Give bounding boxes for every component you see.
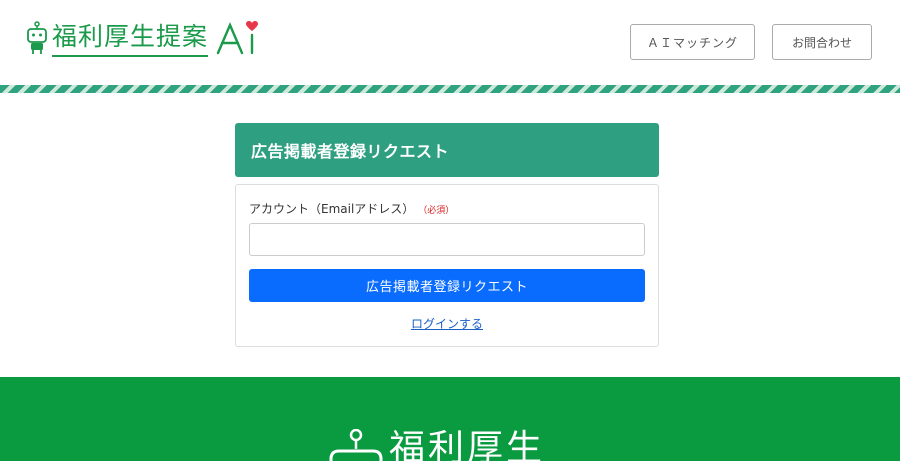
logo-ai-mark [214,19,260,57]
account-field-label: アカウント（Emailアドレス） （必須） [249,200,454,217]
required-badge: （必須） [418,206,455,216]
email-input[interactable] [249,223,645,256]
contact-button[interactable]: お問合わせ [772,24,872,60]
submit-request-button[interactable]: 広告掲載者登録リクエスト [249,269,645,302]
site-footer: 福利厚生 [0,377,900,461]
heart-icon [246,21,259,31]
footer-logo-text: 福利厚生 [389,428,546,461]
account-label-text: アカウント（Emailアドレス） [249,202,415,216]
logo-text: 福利厚生提案 [52,20,209,57]
form-title: 広告掲載者登録リクエスト [235,123,659,177]
login-link[interactable]: ログインする [236,315,658,332]
robot-mascot-icon [27,21,47,54]
registration-form-card: アカウント（Emailアドレス） （必須） 広告掲載者登録リクエスト ログインす… [235,184,659,347]
ai-matching-button[interactable]: ＡＩマッチング [630,24,755,60]
footer-logo[interactable]: 福利厚生 [327,429,545,461]
header-stripe-divider [0,85,900,93]
robot-mascot-icon [329,429,383,461]
site-header: 福利厚生提案 ＡＩマッチング お問合わせ [0,0,900,85]
site-logo[interactable]: 福利厚生提案 [24,14,260,62]
